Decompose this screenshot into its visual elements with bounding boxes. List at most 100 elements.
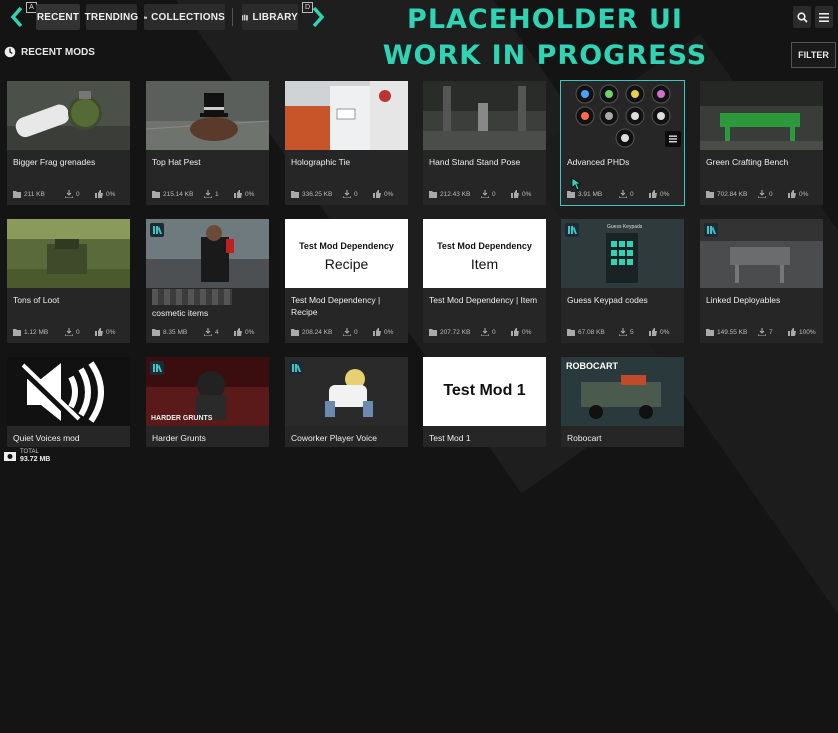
mod-title: cosmetic items	[152, 308, 209, 318]
mod-downloads: 0	[354, 190, 358, 198]
search-button[interactable]	[793, 6, 811, 28]
filter-button[interactable]: FILTER	[791, 42, 836, 68]
folder-icon	[291, 190, 299, 198]
mod-rating: 0%	[106, 190, 116, 198]
mod-downloads: 0	[492, 190, 496, 198]
mod-badge	[289, 361, 303, 375]
chevron-left-icon[interactable]	[10, 6, 24, 28]
top-hat-pest-image	[146, 81, 269, 150]
mod-title: Guess Keypad codes	[567, 295, 648, 305]
modio-icon	[291, 364, 301, 372]
mod-title: Test Mod 1	[429, 433, 471, 443]
mod-card-top-hat-pest[interactable]: Top Hat Pest 215.14 KB 1 0%	[146, 81, 269, 205]
mod-size: 212.43 KB	[440, 190, 471, 198]
mod-stats: 336.25 KB 0 0%	[291, 190, 404, 198]
mod-card-guess-keypad-codes[interactable]: Guess Keypads Guess Keypad codes 67.08 K…	[561, 219, 684, 343]
tab-recent[interactable]: RECENT	[36, 4, 80, 30]
folder-icon	[706, 190, 714, 198]
mod-rating: 0%	[106, 328, 116, 336]
download-icon	[481, 190, 489, 198]
storage-icon	[4, 452, 16, 461]
mod-title: Green Crafting Bench	[706, 157, 789, 167]
tab-trending[interactable]: TRENDING	[84, 4, 139, 30]
mouse-cursor-icon	[571, 177, 581, 191]
mod-thumbnail	[700, 81, 823, 150]
download-icon	[619, 190, 627, 198]
download-icon	[65, 328, 73, 336]
mod-rating: 0%	[522, 328, 532, 336]
tab-library-label: LIBRARY	[252, 11, 298, 23]
mod-thumbnail	[285, 357, 408, 426]
mod-card-harder-grunts[interactable]: HARDER GRUNTS Harder Grunts	[146, 357, 269, 447]
thumbs-up-icon	[788, 190, 796, 198]
mod-card-coworker-player-voice[interactable]: Coworker Player Voice	[285, 357, 408, 447]
chevron-right-icon[interactable]	[311, 6, 325, 28]
thumb-caption: HARDER GRUNTS	[151, 415, 213, 422]
mod-card-holographic-tie[interactable]: Holographic Tie 336.25 KB 0 0%	[285, 81, 408, 205]
tab-collections-label: COLLECTIONS	[151, 11, 225, 23]
download-icon	[343, 328, 351, 336]
holographic-tie-image	[285, 81, 408, 150]
mod-size: 149.55 KB	[717, 328, 748, 336]
mod-card-tons-of-loot[interactable]: Tons of Loot 1.12 MB 0 0%	[7, 219, 130, 343]
mod-thumbnail	[423, 81, 546, 150]
mod-thumbnail	[146, 81, 269, 150]
coworker-image	[325, 369, 373, 417]
download-icon	[343, 190, 351, 198]
mod-downloads: 4	[215, 328, 219, 336]
mod-downloads: 0	[76, 328, 80, 336]
mod-card-bigger-frag-grenades[interactable]: Bigger Frag grenades 211 KB 0 0%	[7, 81, 130, 205]
mod-stats: 1.12 MB 0 0%	[13, 328, 126, 336]
mod-stats: 149.55 KB 7 100%	[706, 328, 819, 336]
mod-title: Top Hat Pest	[152, 157, 201, 167]
mod-title: Holographic Tie	[291, 157, 351, 167]
folder-icon	[13, 190, 21, 198]
mod-card-robocart[interactable]: ROBOCART Robocart	[561, 357, 684, 447]
mod-card-linked-deployables[interactable]: Linked Deployables 149.55 KB 7 100%	[700, 219, 823, 343]
linked-deployables-image	[700, 219, 823, 288]
mod-card-quiet-voices-mod[interactable]: Quiet Voices mod	[7, 357, 130, 447]
thumbs-up-icon	[511, 328, 519, 336]
mod-title: Bigger Frag grenades	[13, 157, 96, 167]
mod-card-test-mod-dependency-item[interactable]: Test Mod Dependency Item Test Mod Depend…	[423, 219, 546, 343]
mod-card-hand-stand-stand-pose[interactable]: Hand Stand Stand Pose 212.43 KB 0 0%	[423, 81, 546, 205]
tab-recent-label: RECENT	[36, 11, 80, 23]
tab-trending-label: TRENDING	[84, 11, 139, 23]
hand-stand-image	[423, 81, 546, 150]
mod-downloads: 7	[769, 328, 773, 336]
mod-thumbnail	[7, 357, 130, 426]
mod-card-cosmetic-items[interactable]: cosmetic items 8.35 MB 4 0%	[146, 219, 269, 343]
modio-icon	[567, 226, 577, 234]
download-icon	[204, 190, 212, 198]
mod-title: Harder Grunts	[152, 433, 206, 443]
thumb-text-line1: Test Mod Dependency	[437, 241, 532, 251]
thumbs-up-icon	[511, 190, 519, 198]
mod-stats: 211 KB 0 0%	[13, 190, 126, 198]
menu-button[interactable]	[815, 6, 833, 28]
thumbs-up-icon	[373, 190, 381, 198]
folder-icon	[13, 328, 21, 336]
mod-stats: 8.35 MB 4 0%	[152, 328, 265, 336]
thumb-text-line1: Test Mod 1	[443, 382, 526, 399]
thumb-text-line2: Recipe	[324, 256, 369, 272]
tab-collections[interactable]: COLLECTIONS	[144, 4, 225, 30]
mod-size: 702.84 KB	[717, 190, 748, 198]
mod-rating: 0%	[384, 190, 394, 198]
mod-thumbnail: Test Mod Dependency Recipe	[285, 219, 408, 288]
card-options-button[interactable]	[665, 131, 681, 147]
thumbs-up-icon	[649, 328, 657, 336]
total-size-panel: TOTAL 93.72 MB	[0, 444, 64, 468]
mod-badge	[704, 223, 718, 237]
tons-of-loot-image	[7, 219, 130, 288]
mod-card-test-mod-dependency-recipe[interactable]: Test Mod Dependency Recipe Test Mod Depe…	[285, 219, 408, 343]
tab-library[interactable]: LIBRARY	[242, 4, 298, 30]
mod-rating: 0%	[799, 190, 809, 198]
mod-thumbnail	[700, 219, 823, 288]
mod-stats: 207.72 KB 0 0%	[429, 328, 542, 336]
mod-card-green-crafting-bench[interactable]: Green Crafting Bench 702.84 KB 0 0%	[700, 81, 823, 205]
mod-card-test-mod-1[interactable]: Test Mod 1 Test Mod 1	[423, 357, 546, 447]
mod-badge	[150, 361, 164, 375]
mod-title: Coworker Player Voice	[291, 433, 377, 443]
mod-title: Advanced PHDs	[567, 157, 630, 167]
mod-size: 67.08 KB	[578, 328, 605, 336]
